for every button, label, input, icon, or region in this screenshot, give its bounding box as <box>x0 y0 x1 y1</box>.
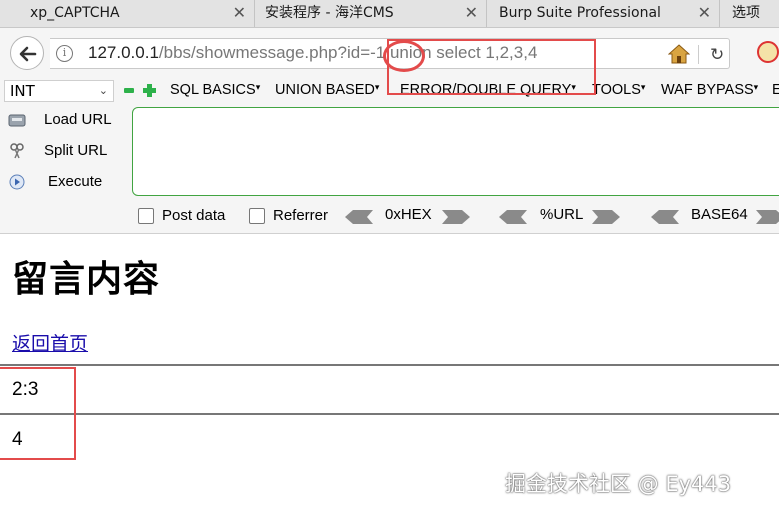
decode-hex-arrow-icon[interactable] <box>345 210 373 224</box>
page-title: 留言内容 <box>12 259 161 300</box>
decode-url-arrow-icon[interactable] <box>499 210 527 224</box>
noscript-icon[interactable] <box>757 41 779 63</box>
divider <box>0 413 779 415</box>
hackbar-url-textarea[interactable] <box>132 107 779 196</box>
close-icon[interactable]: ✕ <box>233 0 246 26</box>
post-data-checkbox[interactable] <box>138 208 154 224</box>
tab-title: 安装程序 - 海洋CMS <box>265 5 394 21</box>
menu-label: WAF BYPASS <box>661 82 754 98</box>
encode-url-arrow-icon[interactable] <box>592 210 620 224</box>
menu-encoding[interactable]: E <box>772 82 779 98</box>
url-host: 127.0.0.1 <box>88 43 159 62</box>
url-encode-label: %URL <box>540 206 584 223</box>
tab-title: 选项 <box>732 5 760 21</box>
tab-title: xp_CAPTCHA <box>30 5 120 21</box>
tab-title: Burp Suite Professional <box>499 5 661 21</box>
tab-xp-captcha[interactable]: xp_CAPTCHA ✕ <box>0 0 255 27</box>
close-icon[interactable]: ✕ <box>698 0 711 26</box>
watermark: 掘金技术社区 @ Ey443 <box>505 472 732 496</box>
encode-hex-arrow-icon[interactable] <box>442 210 470 224</box>
home-icon[interactable] <box>668 44 690 64</box>
load-url-button[interactable]: Load URL <box>6 107 126 133</box>
plus-icon[interactable] <box>143 84 156 97</box>
base64-label: BASE64 <box>691 206 748 223</box>
menu-label: UNION BASED <box>275 82 375 98</box>
menu-union-based[interactable]: UNION BASED▾ <box>275 82 379 98</box>
execute-icon <box>9 174 25 190</box>
menu-label: SQL BASICS <box>170 82 256 98</box>
divider <box>698 45 699 64</box>
menu-waf-bypass[interactable]: WAF BYPASS▾ <box>661 82 758 98</box>
tab-options[interactable]: 选项 <box>720 0 779 27</box>
split-url-icon <box>10 143 24 159</box>
encode-base64-arrow-icon[interactable] <box>756 210 779 224</box>
post-data-label: Post data <box>162 207 226 224</box>
chevron-down-icon: ⌄ <box>98 84 108 97</box>
menu-sql-basics[interactable]: SQL BASICS▾ <box>170 82 260 98</box>
back-home-link[interactable]: 返回首页 <box>12 329 88 356</box>
close-icon[interactable]: ✕ <box>465 0 478 26</box>
annotation-box-output <box>0 367 76 460</box>
back-arrow-icon <box>19 46 37 62</box>
load-url-label: Load URL <box>44 111 112 128</box>
annotation-circle-id <box>383 40 425 72</box>
hex-label: 0xHEX <box>385 206 432 223</box>
back-button[interactable] <box>10 36 44 70</box>
split-url-button[interactable]: Split URL <box>6 138 126 164</box>
menu-tools[interactable]: TOOLS▾ <box>592 82 645 98</box>
hackbar-panel: Load URL Split URL Execute Post data Ref… <box>0 104 779 234</box>
type-select[interactable]: INT ⌄ <box>4 80 114 102</box>
split-url-label: Split URL <box>44 142 108 159</box>
reload-icon[interactable]: ↻ <box>710 45 724 65</box>
menu-label: TOOLS <box>592 82 641 98</box>
decode-base64-arrow-icon[interactable] <box>651 210 679 224</box>
divider <box>0 364 779 366</box>
execute-button[interactable]: Execute <box>6 169 126 195</box>
minus-icon[interactable] <box>124 88 134 93</box>
referrer-label: Referrer <box>273 207 329 224</box>
menu-label: E <box>772 82 779 98</box>
tab-burp-suite[interactable]: Burp Suite Professional ✕ <box>487 0 720 27</box>
load-url-icon <box>8 114 26 127</box>
info-icon[interactable]: i <box>56 45 73 62</box>
execute-label: Execute <box>48 173 103 190</box>
tab-bar: xp_CAPTCHA ✕ 安装程序 - 海洋CMS ✕ Burp Suite P… <box>0 0 779 28</box>
referrer-checkbox[interactable] <box>249 208 265 224</box>
type-select-value: INT <box>10 82 35 100</box>
tab-seacms-install[interactable]: 安装程序 - 海洋CMS ✕ <box>255 0 487 27</box>
